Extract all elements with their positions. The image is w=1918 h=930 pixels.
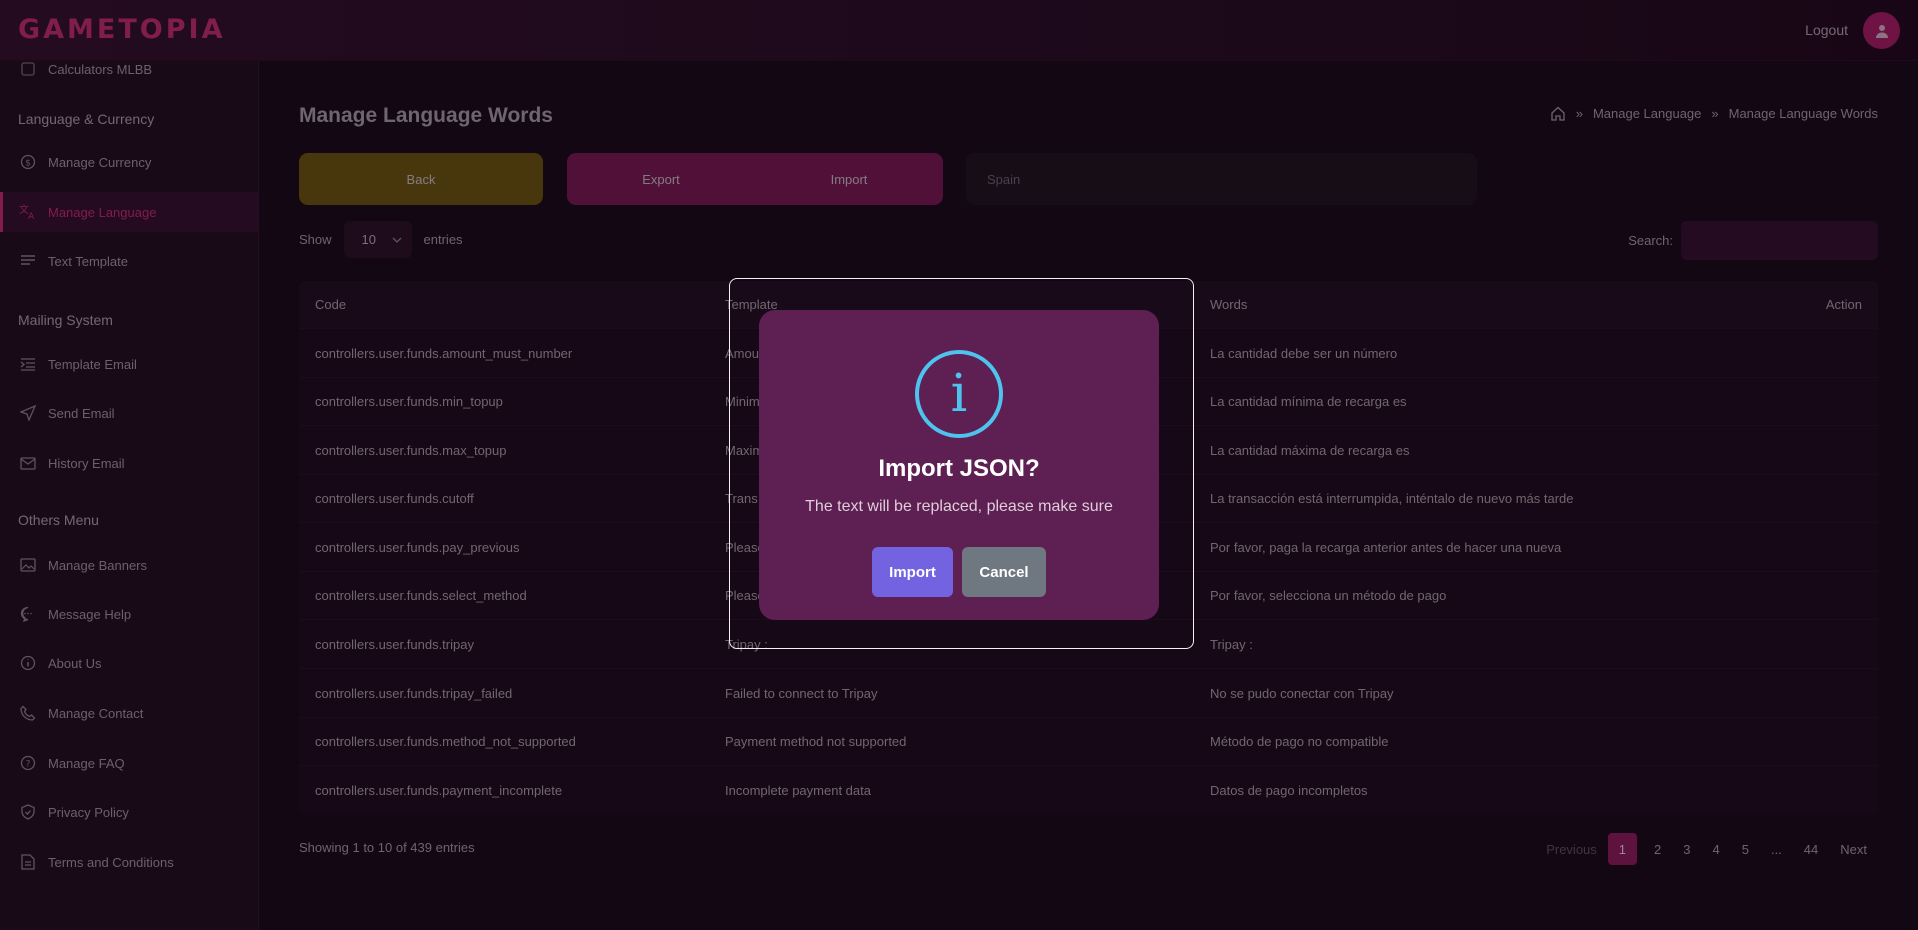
import-confirm-dialog: i Import JSON? The text will be replaced… [759,310,1159,620]
dialog-title: Import JSON? [878,455,1040,482]
info-icon: i [915,350,1003,438]
confirm-import-button[interactable]: Import [872,547,953,597]
cancel-button[interactable]: Cancel [962,547,1046,597]
dialog-message: The text will be replaced, please make s… [805,498,1113,515]
